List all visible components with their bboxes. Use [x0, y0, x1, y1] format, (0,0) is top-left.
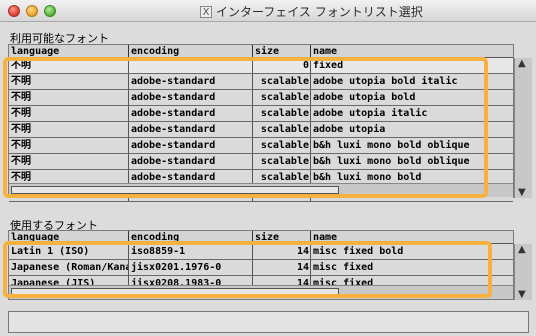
table-row[interactable]: Japanese (Roman/Kana) jisx0201.1976-0 14 mi… — [9, 260, 513, 276]
cell-name: fixed — [313, 60, 344, 71]
cell-name: adobe utopia — [313, 124, 386, 135]
cell-name: misc fixed — [313, 262, 374, 273]
scroll-up-icon[interactable]: ▲ — [518, 244, 526, 255]
cell-language: 不明 — [9, 58, 129, 73]
cell-name: adobe utopia bold italic — [313, 76, 458, 87]
table-row[interactable]: 不明 adobe-standard scalable adobe utopia ita… — [9, 106, 513, 122]
close-window-button[interactable] — [8, 5, 20, 17]
cell-size: 0 — [253, 58, 311, 73]
cell-encoding: adobe-standard — [129, 154, 253, 169]
cell-name: b&h luxi mono bold oblique — [313, 156, 470, 167]
cell-size: scalable — [253, 106, 311, 121]
table-row[interactable]: 不明adobe-standardscalableb&h luxi mono bo… — [9, 138, 513, 154]
cell-language: 不明 — [9, 138, 129, 153]
cell-size: scalable — [253, 138, 311, 153]
cell-encoding: adobe-standard — [129, 122, 253, 137]
cell-size: 14 — [253, 244, 311, 259]
table-row[interactable]: 不明adobe-standardscalableb&h luxi mono bo… — [9, 154, 513, 170]
available-hscrollbar[interactable] — [9, 183, 513, 197]
table-row[interactable]: 不明 0 fixed — [9, 58, 513, 74]
column-header-size[interactable]: size — [253, 45, 311, 58]
scroll-down-icon[interactable]: ▼ — [518, 187, 526, 198]
cell-encoding: adobe-standard — [129, 138, 253, 153]
x11-icon: X — [200, 6, 212, 18]
column-header-language[interactable]: language — [9, 45, 129, 58]
column-header-encoding[interactable]: encoding — [129, 231, 253, 244]
available-hscroll-thumb[interactable] — [11, 186, 339, 194]
table-row[interactable]: Latin 1 (ISO) iso8859-1 14 misc fixed bold — [9, 244, 513, 260]
cell-language: 不明 — [9, 106, 129, 121]
table-row[interactable]: 不明 adobe-standard scalable adobe utopia bol… — [9, 74, 513, 90]
cell-language: 不明 — [9, 154, 129, 169]
column-header-name[interactable]: name — [311, 231, 515, 244]
cell-encoding: adobe-standard — [129, 74, 253, 89]
column-header-name[interactable]: name — [311, 45, 515, 58]
cell-language: 不明 — [9, 90, 129, 105]
cell-name: misc fixed bold — [313, 246, 404, 257]
scroll-down-icon[interactable]: ▼ — [518, 289, 526, 300]
cell-size: scalable — [253, 90, 311, 105]
cell-language: Latin 1 (ISO) — [9, 244, 129, 259]
table-row[interactable]: 不明 adobe-standard scalable adobe utopia bol… — [9, 90, 513, 106]
table-row[interactable]: 不明 adobe-standard scalable adobe utopia — [9, 122, 513, 138]
cell-encoding — [129, 58, 253, 73]
cell-name: b&h luxi mono bold oblique — [313, 140, 470, 151]
used-hscroll-thumb[interactable] — [11, 288, 339, 296]
column-header-size[interactable]: size — [253, 231, 311, 244]
minimize-window-button[interactable] — [26, 5, 38, 17]
scroll-up-icon[interactable]: ▲ — [518, 58, 526, 69]
available-fonts-table: language encoding size name 不明 0 fixed 不明 ad… — [8, 44, 514, 202]
cell-language: 不明 — [9, 74, 129, 89]
zoom-window-button[interactable] — [44, 5, 56, 17]
cell-language: Japanese (Roman/Kana) — [11, 260, 129, 275]
column-header-language[interactable]: language — [9, 231, 129, 244]
cell-size: scalable — [253, 74, 311, 89]
used-hscrollbar[interactable] — [9, 285, 513, 299]
cell-size: scalable — [253, 154, 311, 169]
cell-encoding: adobe-standard — [129, 90, 253, 105]
available-vscrollbar[interactable]: ▲ ▼ — [514, 58, 532, 198]
title-bar: X インターフェイス フォントリスト選択 — [0, 0, 536, 22]
cell-size: scalable — [253, 122, 311, 137]
cell-name: adobe utopia bold — [313, 92, 416, 103]
window-title: インターフェイス フォントリスト選択 — [216, 5, 423, 19]
used-fonts-header: language encoding size name — [9, 231, 513, 244]
available-fonts-rows: 不明 0 fixed 不明 adobe-standard scalable adobe ut… — [9, 58, 513, 202]
cell-language: 不明 — [9, 122, 129, 137]
column-header-encoding[interactable]: encoding — [129, 45, 253, 58]
cell-encoding: jisx0201.1976-0 — [129, 260, 253, 275]
font-entry-field[interactable] — [8, 311, 529, 333]
used-fonts-table: language encoding size name Latin 1 (ISO… — [8, 230, 514, 300]
cell-name: adobe utopia italic — [313, 108, 428, 119]
used-vscrollbar[interactable]: ▲ ▼ — [514, 244, 532, 300]
cell-encoding: adobe-standard — [129, 106, 253, 121]
available-fonts-header: language encoding size name — [9, 45, 513, 58]
cell-size: 14 — [253, 260, 311, 275]
cell-encoding: iso8859-1 — [129, 244, 253, 259]
